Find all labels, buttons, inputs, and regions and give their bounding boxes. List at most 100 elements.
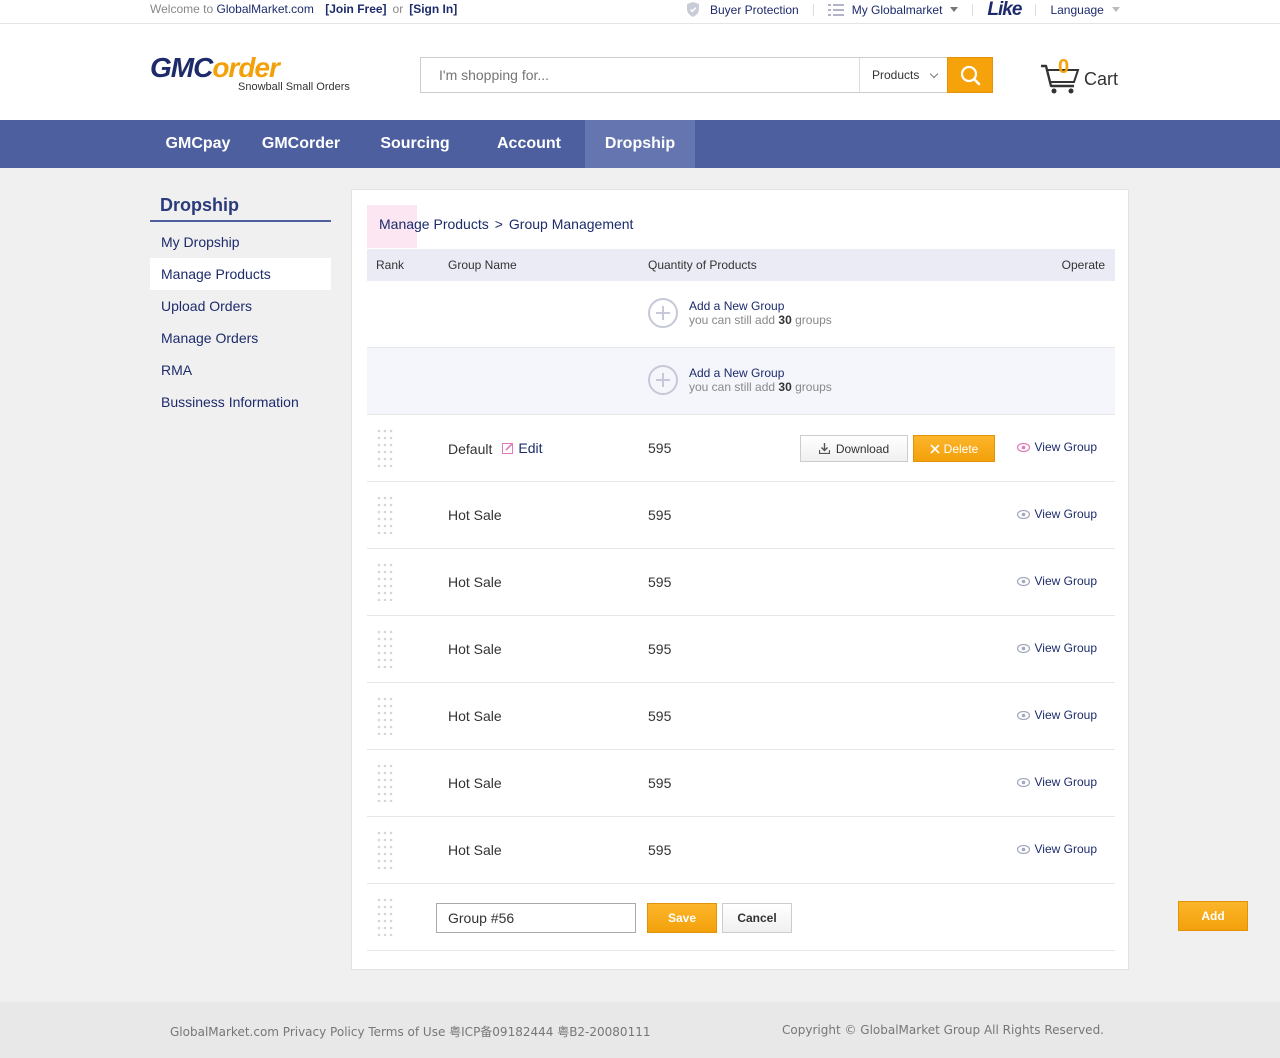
drag-handle-icon[interactable] [377,898,393,936]
sidebar-item-upload-orders[interactable]: Upload Orders [150,290,331,322]
view-group-link[interactable]: View Group [1016,775,1097,789]
group-quantity: 595 [648,507,672,523]
footer-copyright: Copyright © GlobalMarket Group All Right… [782,1023,1104,1037]
new-group-name-input[interactable] [436,903,636,933]
nav-gmcpay[interactable]: GMCpay [150,120,246,168]
footer-links: GlobalMarket.com Privacy Policy Terms of… [170,1025,651,1039]
breadcrumb-manage-products[interactable]: Manage Products [379,216,489,232]
group-quantity: 595 [648,574,672,590]
add-group-row: Add a New Group you can still add 30 gro… [367,281,1115,348]
cancel-button[interactable]: Cancel [722,903,792,933]
add-new-group-button[interactable]: Add a New Group you can still add 30 gro… [648,298,832,328]
search-button[interactable] [947,57,993,93]
sign-in-link[interactable]: [Sign In] [409,2,457,16]
view-group-link[interactable]: View Group [1016,440,1097,454]
join-free-link[interactable]: [Join Free] [325,2,386,16]
divider [812,3,814,16]
edit-button[interactable]: Edit [502,440,542,456]
close-icon [930,443,940,454]
drag-handle-icon[interactable] [377,496,393,534]
eye-icon [1016,777,1030,787]
edit-icon [502,442,514,454]
sidebar-item-manage-products[interactable]: Manage Products [150,258,331,290]
eye-icon [1016,576,1030,586]
nav-sourcing[interactable]: Sourcing [356,120,474,168]
drag-handle-icon[interactable] [377,563,393,601]
chevron-down-icon [1111,7,1120,12]
cart-button[interactable]: 0 Cart [1040,56,1120,96]
cart-label: Cart [1084,69,1119,89]
table-row: Default Edit 595 Download Delete View Gro… [367,415,1115,482]
drag-handle-icon[interactable] [377,764,393,802]
shield-icon [687,2,699,17]
eye-icon [1016,442,1030,452]
group-name: Hot Sale [448,507,502,523]
delete-button[interactable]: Delete [913,435,995,462]
sidebar-item-manage-orders[interactable]: Manage Orders [150,322,331,354]
nav-account[interactable]: Account [474,120,584,168]
group-name: Hot Sale [448,574,502,590]
view-group-link[interactable]: View Group [1016,507,1097,521]
save-button[interactable]: Save [647,903,717,933]
table-row: Hot Sale 595 View Group [367,683,1115,750]
group-quantity: 595 [648,842,672,858]
new-group-row: Save Cancel [367,884,1115,951]
nav-dropship[interactable]: Dropship [585,120,695,168]
language-menu[interactable]: Language [1050,3,1103,17]
search-category-select[interactable]: Products [859,58,947,92]
nav-gmcorder[interactable]: GMCorder [246,120,356,168]
gmcorder-logo[interactable]: GMCorder Snowball Small Orders [150,54,350,94]
drag-handle-icon[interactable] [377,630,393,668]
plus-icon [648,298,678,328]
table-row: Hot Sale 595 View Group [367,482,1115,549]
welcome-text: Welcome to GlobalMarket.com [Join Free] o… [150,2,458,16]
add-new-group-button[interactable]: Add a New Group you can still add 30 gro… [648,365,832,395]
search-icon [960,65,981,86]
table-row: Hot Sale 595 View Group [367,817,1115,884]
sidebar-item-rma[interactable]: RMA [150,354,331,386]
add-button[interactable]: Add [1178,901,1248,931]
sidebar-title: Dropship [150,190,331,222]
group-quantity: 595 [648,708,672,724]
group-quantity: 595 [648,641,672,657]
my-globalmarket-menu[interactable]: My Globalmarket [852,3,943,17]
view-group-link[interactable]: View Group [1016,842,1097,856]
drag-handle-icon[interactable] [377,697,393,735]
eye-icon [1016,643,1030,653]
breadcrumb-current: Group Management [508,216,634,232]
sidebar: Dropship My Dropship Manage Products Upl… [150,190,331,418]
sidebar-item-my-dropship[interactable]: My Dropship [150,226,331,258]
eye-icon [1016,844,1030,854]
add-group-row: Add a New Group you can still add 30 gro… [367,348,1115,415]
header: GMCorder Snowball Small Orders Products … [0,24,1280,120]
list-icon [827,3,844,16]
buyer-protection-link[interactable]: Buyer Protection [710,3,799,17]
chevron-down-icon [929,69,939,79]
group-quantity: 595 [648,440,672,456]
like-logo[interactable]: Like [987,0,1022,19]
view-group-link[interactable]: View Group [1016,708,1097,722]
group-name: Hot Sale [448,641,502,657]
table-row: Hot Sale 595 View Group [367,750,1115,817]
view-group-link[interactable]: View Group [1016,641,1097,655]
site-link[interactable]: GlobalMarket.com [216,2,313,16]
cart-count: 0 [1058,56,1070,78]
view-group-link[interactable]: View Group [1016,574,1097,588]
drag-handle-icon[interactable] [377,429,393,467]
sidebar-item-business-information[interactable]: Bussiness Information [150,386,331,418]
col-operate: Operate [1061,258,1105,272]
top-bar-right: Buyer Protection My Globalmarket Like La… [686,0,1120,19]
top-bar: Welcome to GlobalMarket.com [Join Free] o… [0,0,1280,24]
table-header: Rank Group Name Quantity of Products Ope… [367,249,1115,281]
divider [972,3,974,16]
col-group-name: Group Name [448,258,517,272]
group-name: Default [448,441,493,457]
download-button[interactable]: Download [800,435,908,462]
col-quantity: Quantity of Products [648,258,757,272]
chevron-down-icon [950,7,959,12]
search-input[interactable] [421,58,859,92]
main-nav: GMCpay GMCorder Sourcing Account Dropshi… [0,120,1280,168]
drag-handle-icon[interactable] [377,831,393,869]
footer: GlobalMarket.com Privacy Policy Terms of… [0,1002,1280,1058]
download-icon [818,443,830,454]
